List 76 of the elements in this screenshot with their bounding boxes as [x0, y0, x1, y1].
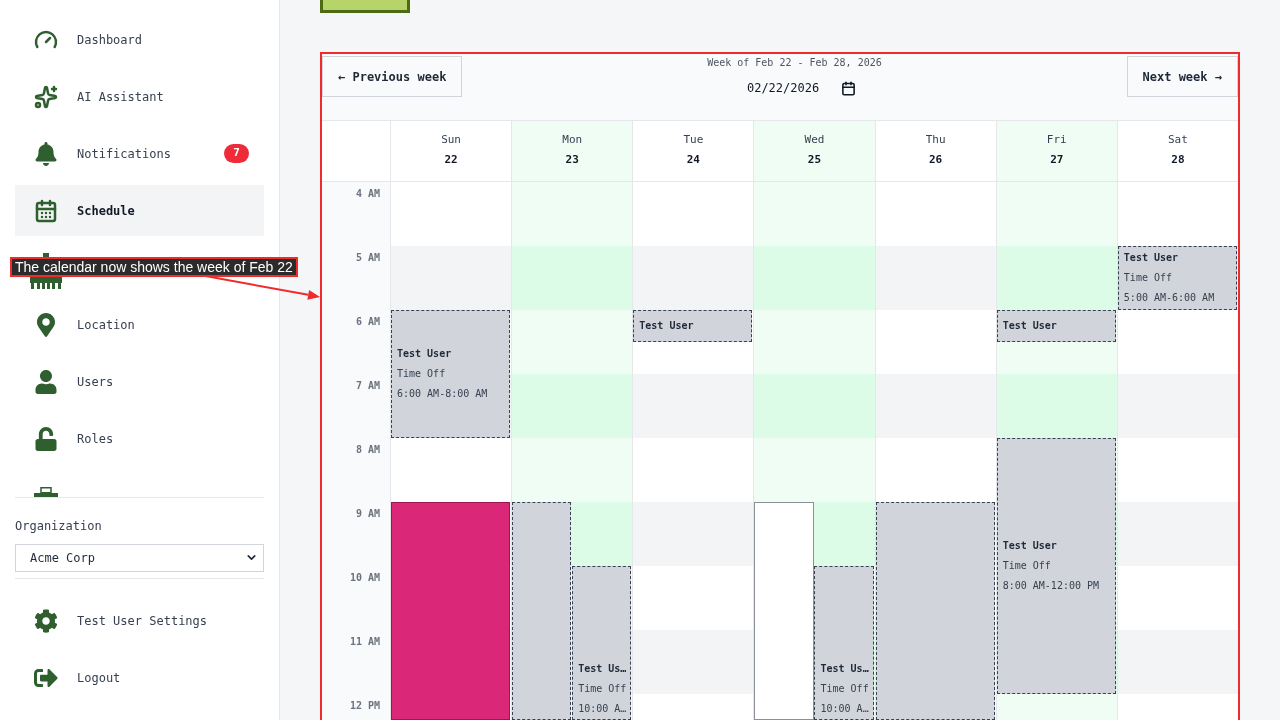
nav-item[interactable]: Roles [15, 413, 264, 464]
day-date: 26 [929, 153, 943, 167]
hour-label: 8 AM [355, 443, 380, 457]
day-date: 27 [1050, 153, 1064, 167]
event-type: Time Off [820, 682, 868, 696]
hour-label: 10 AM [349, 571, 380, 585]
nav-item[interactable]: Notifications 7 [15, 128, 264, 179]
event-time: 6:00 AM-8:00 AM [397, 387, 489, 401]
event-title: Test User [397, 347, 453, 361]
settings-icon [34, 608, 58, 633]
time-off-event[interactable]: Test Us… Time Off 10:00 A… [572, 566, 632, 720]
event-type: Time Off [578, 682, 626, 696]
bell-icon [34, 141, 58, 166]
clipped-icon [34, 487, 58, 497]
time-off-event[interactable]: Test Us… Time Off 10:00 A… [814, 566, 874, 720]
open-event[interactable] [754, 502, 814, 720]
sidebar-link[interactable]: Test User Settings [15, 595, 264, 646]
event-type: Time Off [1123, 271, 1173, 285]
time-off-event[interactable]: Test User Time Off 6:00 AM-8:00 AM [391, 310, 511, 438]
event-type: Time Off [1002, 559, 1052, 573]
organization-label: Organization [15, 518, 103, 534]
hour-label: 11 AM [349, 635, 380, 649]
event-time: 5:00 AM-6:00 AM [1123, 291, 1216, 305]
user-icon [34, 369, 58, 394]
event-title: Test Us… [578, 662, 626, 676]
time-off-event[interactable] [512, 502, 572, 720]
unlocked-padlock-icon [34, 426, 58, 451]
callout: The calendar now shows the week of Feb 22 [10, 257, 298, 277]
day-name: Mon [562, 133, 583, 147]
hour-label: 5 AM [355, 251, 380, 265]
event-title: Test User [639, 319, 695, 333]
event-title: Test User [1002, 539, 1058, 553]
day-date: 23 [565, 153, 579, 167]
week-range-label: Week of Feb 22 - Feb 28, 2026 [707, 56, 882, 70]
day-date: 24 [686, 153, 700, 167]
event-type: Time Off [397, 367, 447, 381]
nav-item[interactable]: Schedule [15, 185, 264, 236]
previous-week-button[interactable]: ← Previous week [322, 56, 463, 97]
event-time: 10:00 A… [578, 702, 626, 716]
hour-label: 12 PM [349, 699, 380, 713]
calendar-icon[interactable] [840, 80, 856, 96]
event-title: Test User [1002, 319, 1058, 333]
time-off-event[interactable]: Test User Time Off 5:00 AM-6:00 AM [1117, 246, 1237, 310]
day-name: Wed [804, 133, 825, 147]
time-off-event[interactable]: Test User [633, 310, 753, 342]
next-week-button[interactable]: Next week → [1126, 56, 1238, 97]
hour-label: 9 AM [355, 507, 380, 521]
time-off-event[interactable]: Test User Time Off 8:00 AM-12:00 PM [996, 438, 1116, 694]
nav-item[interactable]: Dashboard [15, 14, 264, 65]
date-input[interactable]: 02/22/2026 [746, 80, 823, 96]
hour-label: 7 AM [355, 379, 380, 393]
day-date: 22 [444, 153, 458, 167]
hour-label: 4 AM [355, 187, 380, 201]
map-pin-icon [34, 312, 58, 337]
day-name: Tue [683, 133, 704, 147]
calendar-icon [34, 198, 58, 223]
event-time: 8:00 AM-12:00 PM [1002, 579, 1101, 593]
sparkle-icon [34, 84, 58, 109]
header-button[interactable] [320, 0, 410, 13]
event-title: Test User [1123, 251, 1180, 265]
notification-count: 7 [224, 144, 249, 163]
sidebar-link[interactable]: Logout [15, 652, 264, 703]
event-title: Test Us… [820, 662, 868, 676]
day-name: Sat [1168, 133, 1188, 147]
day-date: 28 [1171, 153, 1185, 167]
event-time: 10:00 A… [820, 702, 868, 716]
day-name: Sun [441, 133, 461, 147]
day-name: Thu [925, 133, 946, 147]
hour-label: 6 AM [355, 315, 380, 329]
organization-select[interactable]: Acme Corp [15, 544, 264, 572]
nav-item[interactable]: Users [15, 356, 264, 407]
nav-item[interactable]: AI Assistant [15, 71, 264, 122]
day-date: 25 [807, 153, 822, 167]
day-name: Fri [1046, 133, 1067, 147]
nav-item[interactable]: Location [15, 299, 264, 350]
time-off-event[interactable]: Test User [996, 310, 1116, 342]
